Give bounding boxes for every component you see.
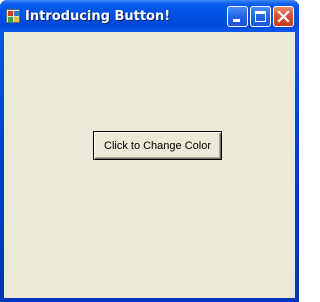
app-window: Introducing Button! Click to Change Colo… bbox=[0, 0, 299, 302]
window-bottom-border bbox=[0, 298, 299, 302]
window-title: Introducing Button! bbox=[25, 9, 171, 24]
title-bar[interactable]: Introducing Button! bbox=[0, 0, 299, 32]
form-client-area: Click to Change Color bbox=[4, 32, 295, 298]
change-color-button[interactable]: Click to Change Color bbox=[93, 131, 222, 160]
windows-form-icon[interactable] bbox=[6, 9, 20, 23]
minimize-icon bbox=[233, 19, 240, 22]
close-button[interactable] bbox=[273, 6, 294, 27]
close-icon bbox=[277, 10, 290, 23]
maximize-icon bbox=[255, 11, 266, 22]
maximize-button[interactable] bbox=[250, 6, 271, 27]
minimize-button[interactable] bbox=[227, 6, 248, 27]
